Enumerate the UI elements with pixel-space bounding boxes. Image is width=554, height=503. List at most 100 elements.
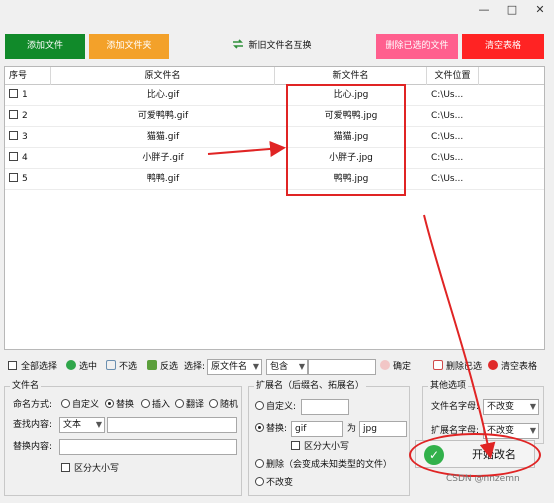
other-options-group: 其他选项 文件名字母: 不改变 ▼ 扩展名字母: 不改变 ▼	[422, 380, 544, 444]
ext-letter-value: 不改变	[487, 426, 515, 436]
add-file-button[interactable]: 添加文件	[5, 34, 85, 59]
file-table[interactable]: 序号 原文件名 新文件名 文件位置 1 比心.gif 比心.jpg C:\Us.…	[4, 66, 545, 350]
field-select-value: 原文件名	[211, 362, 248, 372]
mode-translate-label: 翻译	[186, 400, 205, 410]
mode-replace-radio[interactable]: 替换	[105, 397, 134, 413]
select-all-box	[8, 361, 17, 370]
invert-button[interactable]: 反选	[147, 358, 178, 376]
find-type-select[interactable]: 文本 ▼	[59, 417, 105, 433]
match-input[interactable]	[308, 359, 376, 375]
radio-dot	[141, 399, 150, 408]
extension-group: 扩展名（后缀名、拓展名） 自定义: 替换: gif 为 jpg 区分大小写 删除…	[248, 380, 410, 496]
column-index[interactable]: 序号	[5, 67, 51, 85]
select-button[interactable]: 选中	[66, 358, 97, 376]
mode-custom-radio[interactable]: 自定义	[61, 397, 99, 413]
mode-translate-radio[interactable]: 翻译	[175, 397, 204, 413]
radio-dot	[255, 401, 264, 410]
ext-letter-select[interactable]: 不改变 ▼	[483, 423, 539, 439]
radio-dot	[61, 399, 70, 408]
confirm-label: 确定	[393, 362, 412, 372]
filename-case-checkbox[interactable]: 区分大小写	[61, 461, 119, 477]
mode-random-radio[interactable]: 随机	[209, 397, 238, 413]
filename-letter-select[interactable]: 不改变 ▼	[483, 399, 539, 415]
row-checkbox[interactable]	[9, 131, 18, 140]
clear-table-small-button[interactable]: 清空表格	[488, 358, 537, 376]
clear-table-label: 清空表格	[501, 362, 538, 372]
swap-names-label: 新旧文件名互换	[248, 41, 312, 51]
ext-replace-radio[interactable]: 替换:	[255, 421, 287, 437]
radio-dot	[209, 399, 218, 408]
ext-from-input[interactable]: gif	[291, 421, 343, 437]
delete-selected-files-button[interactable]: 删除已选的文件	[376, 34, 458, 59]
naming-mode-label: 命名方式:	[13, 400, 53, 410]
delete-selected-label: 删除已选	[446, 362, 483, 372]
row-index: 1	[22, 90, 28, 100]
watermark: CSDN @nnzemn	[446, 474, 520, 484]
match-mode-select[interactable]: 包含 ▼	[266, 359, 308, 375]
clear-table-button[interactable]: 清空表格	[462, 34, 544, 59]
table-row[interactable]: 1 比心.gif 比心.jpg C:\Us...	[5, 85, 544, 106]
row-index: 3	[22, 132, 28, 142]
chevron-down-icon: ▼	[95, 420, 102, 429]
minimize-button[interactable]: —	[470, 0, 498, 20]
ext-case-checkbox[interactable]: 区分大小写	[291, 439, 349, 455]
add-folder-button[interactable]: 添加文件夹	[89, 34, 169, 59]
location-cell: C:\Us...	[431, 90, 464, 100]
confirm-button[interactable]: 确定	[380, 358, 411, 376]
swap-names-button[interactable]: 新旧文件名互换	[228, 34, 316, 59]
column-new-name[interactable]: 新文件名	[275, 67, 427, 85]
mode-insert-label: 插入	[152, 400, 171, 410]
mode-insert-radio[interactable]: 插入	[141, 397, 170, 413]
table-row[interactable]: 3 猫猫.gif 猫猫.jpg C:\Us...	[5, 127, 544, 148]
field-select[interactable]: 原文件名 ▼	[207, 359, 262, 375]
ext-unchanged-radio[interactable]: 不改变	[255, 475, 293, 491]
row-checkbox[interactable]	[9, 173, 18, 182]
radio-dot	[255, 423, 264, 432]
start-rename-button[interactable]: ✓ 开始改名	[415, 440, 535, 468]
find-input[interactable]	[107, 417, 237, 433]
row-index-cell: 1	[5, 85, 51, 106]
new-name-cell: 猫猫.jpg	[333, 132, 369, 142]
row-checkbox[interactable]	[9, 89, 18, 98]
ext-delete-radio[interactable]: 删除（会变成未知类型的文件）	[255, 457, 392, 473]
find-label: 查找内容:	[13, 420, 53, 430]
match-mode-value: 包含	[270, 362, 289, 372]
deselect-button[interactable]: 不选	[106, 358, 137, 376]
replace-input[interactable]	[59, 439, 237, 455]
column-original-name[interactable]: 原文件名	[51, 67, 275, 85]
row-checkbox[interactable]	[9, 110, 18, 119]
table-row[interactable]: 4 小胖子.gif 小胖子.jpg C:\Us...	[5, 148, 544, 169]
row-checkbox[interactable]	[9, 152, 18, 161]
invert-arrows-icon	[147, 360, 157, 370]
start-rename-label: 开始改名	[472, 448, 516, 461]
ext-custom-input[interactable]	[301, 399, 349, 415]
ext-case-label: 区分大小写	[304, 442, 350, 452]
minimize-icon: —	[478, 3, 490, 16]
row-index-cell: 2	[5, 106, 51, 127]
mode-replace-label: 替换	[116, 400, 135, 410]
find-type-value: 文本	[63, 420, 82, 430]
select-all-checkbox[interactable]: 全部选择	[8, 358, 57, 376]
table-row[interactable]: 5 鸭鸭.gif 鸭鸭.jpg C:\Us...	[5, 169, 544, 190]
radio-dot	[255, 477, 264, 486]
chevron-down-icon: ▼	[529, 426, 536, 435]
swap-arrows-icon	[233, 39, 244, 49]
invert-label: 反选	[160, 362, 179, 372]
ext-replace-label: 替换:	[266, 424, 288, 434]
ext-custom-radio[interactable]: 自定义:	[255, 399, 296, 415]
radio-dot	[175, 399, 184, 408]
column-location[interactable]: 文件位置	[427, 67, 479, 85]
maximize-button[interactable]: □	[498, 0, 526, 20]
ext-to-input[interactable]: jpg	[359, 421, 407, 437]
ext-unchanged-label: 不改变	[266, 478, 294, 488]
extension-group-title: 扩展名（后缀名、拓展名）	[254, 380, 367, 392]
location-cell: C:\Us...	[431, 132, 464, 142]
table-row[interactable]: 2 可爱鸭鸭.gif 可爱鸭鸭.jpg C:\Us...	[5, 106, 544, 127]
original-name-cell: 猫猫.gif	[146, 132, 180, 142]
delete-selected-button[interactable]: 删除已选	[433, 358, 482, 376]
filename-letter-label: 文件名字母:	[431, 402, 480, 412]
chevron-down-icon: ▼	[298, 362, 305, 371]
row-index-cell: 4	[5, 148, 51, 169]
close-window-button[interactable]: ✕	[526, 0, 554, 20]
mode-random-label: 随机	[220, 400, 239, 410]
